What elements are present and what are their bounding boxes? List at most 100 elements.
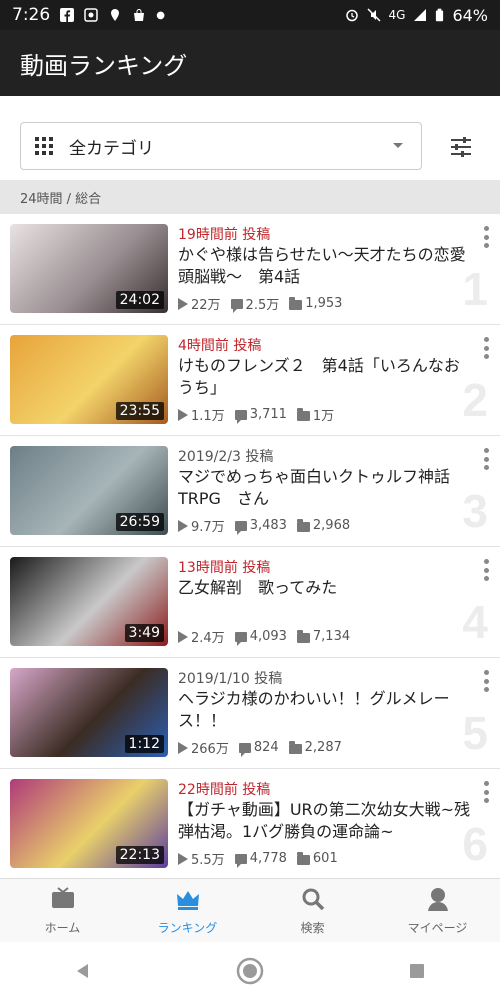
video-duration: 26:59	[115, 513, 164, 531]
rank-number: 2	[462, 374, 488, 426]
video-thumbnail[interactable]: 26:59	[10, 446, 168, 535]
nav-item-label: マイページ	[407, 920, 468, 935]
crown-icon	[175, 886, 201, 915]
video-thumbnail[interactable]: 23:55	[10, 335, 168, 424]
nav-item-label: 検索	[300, 920, 325, 935]
more-options-icon[interactable]	[484, 337, 490, 359]
nav-item-tv[interactable]: ホーム	[0, 879, 125, 942]
view-count: 22万	[178, 294, 221, 313]
comment-count: 2.5万	[230, 294, 279, 313]
video-thumbnail[interactable]: 22:13	[10, 779, 168, 868]
ranking-item[interactable]: 3:49 13時間前 投稿 乙女解剖 歌ってみた 2.4万 4,093 7,13…	[0, 547, 500, 658]
ranking-item[interactable]: 1:12 2019/1/10 投稿 ヘラジカ様のかわいい！！グルメレース！！ 2…	[0, 658, 500, 769]
video-duration: 3:49	[124, 624, 164, 642]
video-duration: 23:55	[115, 402, 164, 420]
video-stats: 266万 824 2,287	[178, 738, 342, 757]
view-count: 1.1万	[178, 405, 225, 424]
video-thumbnail[interactable]: 24:02	[10, 224, 168, 313]
nav-item-person[interactable]: マイページ	[375, 879, 500, 942]
comment-count: 824	[238, 740, 279, 757]
alarm-icon	[345, 9, 358, 22]
section-label-text: 24時間 / 総合	[20, 191, 102, 207]
network-label: 4G	[388, 8, 406, 22]
folder-icon	[296, 629, 310, 643]
view-count: 2.4万	[178, 627, 225, 646]
video-title[interactable]: かぐや様は告らせたい〜天才たちの恋愛頭脳戦〜 第4話	[178, 244, 473, 288]
posted-time: 2019/2/3 投稿	[178, 449, 274, 465]
ranking-period-label: 24時間 / 総合	[0, 180, 500, 214]
ranking-item[interactable]: 22:13 22時間前 投稿 【ガチャ動画】URの第二次幼女大戦~残弾枯渇。1バ…	[0, 769, 500, 880]
comment-count: 4,093	[234, 629, 287, 646]
nav-item-label: ホーム	[44, 920, 81, 935]
signal-icon	[414, 9, 427, 21]
category-row: 全カテゴリ	[0, 96, 500, 180]
posted-time: 2019/1/10 投稿	[178, 671, 283, 687]
system-navigation	[0, 942, 500, 1000]
video-title[interactable]: 【ガチャ動画】URの第二次幼女大戦~残弾枯渇。1バグ勝負の運命論~	[178, 799, 473, 843]
play-icon	[178, 741, 188, 754]
ranking-item[interactable]: 24:02 19時間前 投稿 かぐや様は告らせたい〜天才たちの恋愛頭脳戦〜 第4…	[0, 214, 500, 325]
more-options-icon[interactable]	[484, 670, 490, 692]
comment-count: 3,483	[234, 518, 287, 535]
status-bar: 7:26 ● 4G 64%	[0, 0, 500, 30]
battery-level: 64%	[452, 5, 488, 25]
ranking-list: 24:02 19時間前 投稿 かぐや様は告らせたい〜天才たちの恋愛頭脳戦〜 第4…	[0, 214, 500, 880]
battery-icon	[436, 8, 444, 22]
mylist-count: 601	[296, 851, 338, 866]
category-dropdown[interactable]: 全カテゴリ	[20, 122, 422, 170]
mylist-count: 2,287	[288, 740, 342, 755]
video-title[interactable]: けものフレンズ２ 第4話「いろんなおうち」	[178, 355, 473, 399]
folder-icon	[296, 407, 310, 421]
mylist-count: 2,968	[296, 518, 350, 533]
facebook-icon	[60, 8, 75, 22]
video-duration: 22:13	[115, 846, 164, 864]
dot-icon: ●	[156, 9, 165, 21]
status-time: 7:26	[12, 5, 51, 25]
folder-icon	[296, 518, 310, 532]
search-icon	[300, 886, 326, 915]
mylist-count: 1,953	[289, 296, 342, 311]
ranking-item[interactable]: 26:59 2019/2/3 投稿 マジでめっちゃ面白いクトゥルフ神話TRPG …	[0, 436, 500, 547]
comment-icon	[234, 853, 247, 868]
more-options-icon[interactable]	[484, 448, 490, 470]
comment-icon	[234, 409, 247, 424]
back-icon[interactable]	[68, 956, 98, 986]
folder-icon	[289, 296, 303, 310]
video-title[interactable]: マジでめっちゃ面白いクトゥルフ神話TRPG さん	[178, 466, 473, 510]
more-options-icon[interactable]	[484, 226, 490, 248]
video-stats: 5.5万 4,778 601	[178, 849, 338, 868]
more-options-icon[interactable]	[484, 781, 490, 803]
video-title[interactable]: 乙女解剖 歌ってみた	[178, 577, 473, 599]
view-count: 9.7万	[178, 516, 225, 535]
grid-icon	[35, 137, 53, 155]
video-stats: 22万 2.5万 1,953	[178, 294, 342, 313]
comment-icon	[238, 742, 251, 757]
view-count: 5.5万	[178, 849, 225, 868]
video-duration: 1:12	[124, 735, 164, 753]
video-thumbnail[interactable]: 3:49	[10, 557, 168, 646]
comment-icon	[230, 298, 243, 313]
rank-number: 3	[462, 485, 488, 537]
home-circle-icon[interactable]	[235, 956, 265, 986]
more-options-icon[interactable]	[484, 559, 490, 581]
posted-time: 19時間前 投稿	[178, 227, 271, 243]
nav-item-search[interactable]: 検索	[250, 879, 375, 942]
video-title[interactable]: ヘラジカ様のかわいい！！グルメレース！！	[178, 688, 473, 732]
comment-count: 3,711	[234, 407, 287, 424]
view-count: 266万	[178, 738, 229, 757]
posted-time: 22時間前 投稿	[178, 782, 271, 798]
comment-count: 4,778	[234, 851, 287, 868]
nav-item-crown[interactable]: ランキング	[125, 879, 250, 942]
video-thumbnail[interactable]: 1:12	[10, 668, 168, 757]
app-icon	[84, 8, 98, 22]
video-duration: 24:02	[115, 291, 164, 309]
video-stats: 2.4万 4,093 7,134	[178, 627, 350, 646]
ranking-item[interactable]: 23:55 4時間前 投稿 けものフレンズ２ 第4話「いろんなおうち」 1.1万…	[0, 325, 500, 436]
tv-icon	[50, 886, 76, 915]
app-header: 動画ランキング	[0, 30, 500, 96]
mute-icon	[366, 8, 381, 22]
play-icon	[178, 852, 188, 865]
filter-settings-icon[interactable]	[446, 132, 476, 162]
recents-icon[interactable]	[402, 956, 432, 986]
rank-number: 1	[462, 263, 488, 315]
